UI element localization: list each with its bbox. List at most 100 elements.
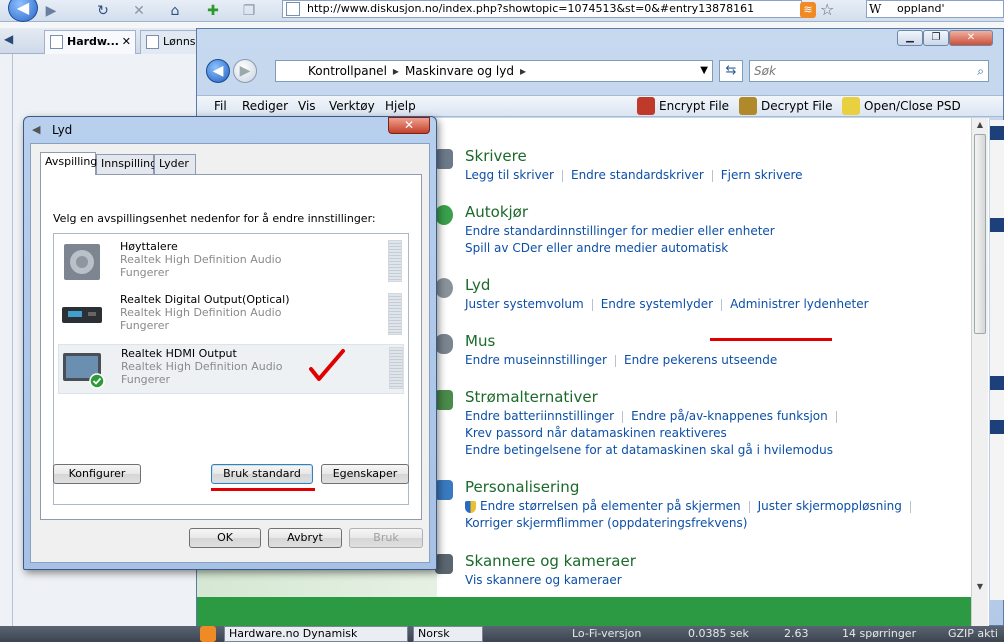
device-status: Fungerer <box>120 319 169 332</box>
apply-button[interactable]: Bruk <box>349 528 423 548</box>
link-view-scanners[interactable]: Vis skannere og kameraer <box>465 573 622 587</box>
decrypt-file-button[interactable]: Decrypt File <box>739 96 832 116</box>
category-title[interactable]: Skrivere <box>465 147 803 165</box>
tab-sounds[interactable]: Lyder <box>154 154 196 174</box>
reload-icon[interactable]: ↻ <box>94 2 112 20</box>
set-default-button[interactable]: Bruk standard <box>211 464 313 484</box>
link-screen-resolution[interactable]: Juster skjermoppløsning <box>758 499 902 513</box>
breadcrumb[interactable]: Kontrollpanel ▸ Maskinvare og lyd ▸ ▼ <box>275 60 713 82</box>
tab-lonns[interactable]: Lønns <box>140 30 200 54</box>
bookmark-star-icon[interactable]: ☆ <box>820 0 834 19</box>
chevron-right-icon[interactable]: ▸ <box>520 64 526 78</box>
menu-tools[interactable]: Verktøy <box>329 96 375 116</box>
back-arrow-icon[interactable]: ◀ <box>206 59 230 83</box>
ok-button[interactable]: OK <box>189 528 261 548</box>
link-power-buttons[interactable]: Endre på/av-knappenes funksjon <box>631 409 828 423</box>
link-refresh-rate[interactable]: Korriger skjermflimmer (oppdateringsfrek… <box>465 516 747 530</box>
search-engine-icon[interactable]: W <box>869 1 881 17</box>
chevron-right-icon[interactable]: ▸ <box>393 64 399 78</box>
properties-button[interactable]: Egenskaper <box>321 464 409 484</box>
category-links: Vis skannere og kameraer <box>465 572 636 589</box>
tab-scroll-left-icon[interactable]: ◀ <box>4 32 13 46</box>
breadcrumb-item[interactable]: Maskinvare og lyd <box>405 64 514 78</box>
cancel-button[interactable]: Avbryt <box>268 528 342 548</box>
minimize-button[interactable]: ▁ <box>897 30 923 46</box>
maximize-button[interactable]: ❐ <box>923 30 949 46</box>
menu-file[interactable]: Fil <box>214 96 227 116</box>
page-divider <box>12 54 13 626</box>
camera-icon <box>435 554 453 574</box>
category-title[interactable]: Mus <box>465 332 777 350</box>
status-page-title[interactable]: Hardware.no Dynamisk <box>224 626 408 642</box>
category-title[interactable]: Autokjør <box>465 203 775 221</box>
refresh-icon[interactable]: ⇆ <box>719 60 743 82</box>
link-adjust-volume[interactable]: Juster systemvolum <box>465 297 584 311</box>
device-item[interactable]: Realtek Digital Output(Optical) Realtek … <box>58 291 404 341</box>
tab-hardware[interactable]: Hardw... ✕ <box>44 30 136 54</box>
menu-view[interactable]: Vis <box>298 96 316 116</box>
encrypt-file-button[interactable]: Encrypt File <box>637 96 729 116</box>
link-play-cds[interactable]: Spill av CDer eller andre medier automat… <box>465 241 728 255</box>
link-element-size[interactable]: Endre størrelsen på elementer på skjerme… <box>480 499 741 513</box>
forward-arrow-icon[interactable]: ▶ <box>233 59 257 83</box>
new-tab-icon[interactable]: ✚ <box>204 2 222 20</box>
menu-edit[interactable]: Rediger <box>242 96 288 116</box>
menu-help[interactable]: Hjelp <box>385 96 416 116</box>
category-title[interactable]: Lyd <box>465 276 869 294</box>
search-input[interactable]: Søk ⌕ <box>749 60 989 82</box>
rss-icon[interactable] <box>200 626 216 642</box>
category-title[interactable]: Personalisering <box>465 478 919 496</box>
link-separator <box>614 354 616 367</box>
link-separator <box>561 169 563 182</box>
link-manage-audio-devices[interactable]: Administrer lydenheter <box>730 297 868 311</box>
tab-strip: ◀ Hardw... ✕ Lønns <box>0 28 200 54</box>
browser-search-input[interactable]: W oppland' <box>866 0 1004 18</box>
configure-button[interactable]: Konfigurer <box>53 464 141 484</box>
device-name: Realtek Digital Output(Optical) <box>120 293 290 306</box>
status-lofi[interactable]: Lo-Fi-versjon <box>572 626 641 642</box>
home-icon[interactable]: ⌂ <box>166 2 184 20</box>
device-item[interactable]: Høyttalere Realtek High Definition Audio… <box>58 238 404 288</box>
open-close-psd-button[interactable]: Open/Close PSD <box>842 96 961 116</box>
scroll-up-icon[interactable]: ▲ <box>972 118 988 132</box>
dialog-close-button[interactable]: ✕ <box>388 117 430 134</box>
link-require-password[interactable]: Krev passord når datamaskinen reaktivere… <box>465 426 727 440</box>
link-change-default-printer[interactable]: Endre standardskriver <box>571 168 704 182</box>
scroll-thumb[interactable] <box>974 134 986 334</box>
link-pointer-appearance[interactable]: Endre pekerens utseende <box>624 353 777 367</box>
scroll-down-icon[interactable]: ▼ <box>972 580 988 594</box>
window-close-button[interactable]: ✕ <box>949 30 993 46</box>
url-bar[interactable]: http://www.diskusjon.no/index.php?showto… <box>282 0 802 18</box>
status-queries: 14 spørringer <box>842 627 917 640</box>
vertical-scrollbar[interactable]: ▲ ▼ <box>971 118 988 626</box>
status-bar: Hardware.no Dynamisk Norsk Lo-Fi-versjon… <box>0 626 1004 642</box>
status-language[interactable]: Norsk <box>413 626 483 642</box>
link-autoplay-defaults[interactable]: Endre standardinnstillinger for medier e… <box>465 224 775 238</box>
page-edge-chip <box>990 218 1004 232</box>
tab-favicon <box>50 35 63 49</box>
link-mouse-settings[interactable]: Endre museinnstillinger <box>465 353 607 367</box>
breadcrumb-item[interactable]: Kontrollpanel <box>308 64 387 78</box>
url-text: http://www.diskusjon.no/index.php?showto… <box>307 2 755 15</box>
category-title[interactable]: Skannere og kameraer <box>465 552 636 570</box>
rss-icon[interactable]: ≋ <box>800 2 816 18</box>
device-item-selected[interactable]: Realtek HDMI Output Realtek High Definit… <box>58 344 404 394</box>
stop-icon[interactable]: ✕ <box>130 2 148 20</box>
tab-recording[interactable]: Innspilling <box>96 154 157 174</box>
link-change-system-sounds[interactable]: Endre systemlyder <box>601 297 713 311</box>
tab-close-icon[interactable]: ✕ <box>122 31 131 53</box>
link-remove-printers[interactable]: Fjern skrivere <box>721 168 803 182</box>
chevron-down-icon[interactable]: ▼ <box>700 61 708 81</box>
search-icon[interactable]: ⌕ <box>977 61 984 81</box>
category-title[interactable]: Strømalternativer <box>465 388 845 406</box>
copy-icon[interactable]: ❐ <box>240 2 258 20</box>
browser-back-button[interactable]: ◀ <box>8 0 38 22</box>
link-separator <box>721 298 723 311</box>
device-name: Realtek HDMI Output <box>121 347 237 360</box>
tab-playback[interactable]: Avspilling <box>40 152 97 175</box>
browser-forward-button[interactable]: ▶ <box>42 2 60 20</box>
category-links: Juster systemvolum Endre systemlyder Admin… <box>465 296 869 313</box>
link-sleep-settings[interactable]: Endre betingelsene for at datamaskinen s… <box>465 443 833 457</box>
link-battery-settings[interactable]: Endre batteriinnstillinger <box>465 409 614 423</box>
link-add-printer[interactable]: Legg til skriver <box>465 168 554 182</box>
